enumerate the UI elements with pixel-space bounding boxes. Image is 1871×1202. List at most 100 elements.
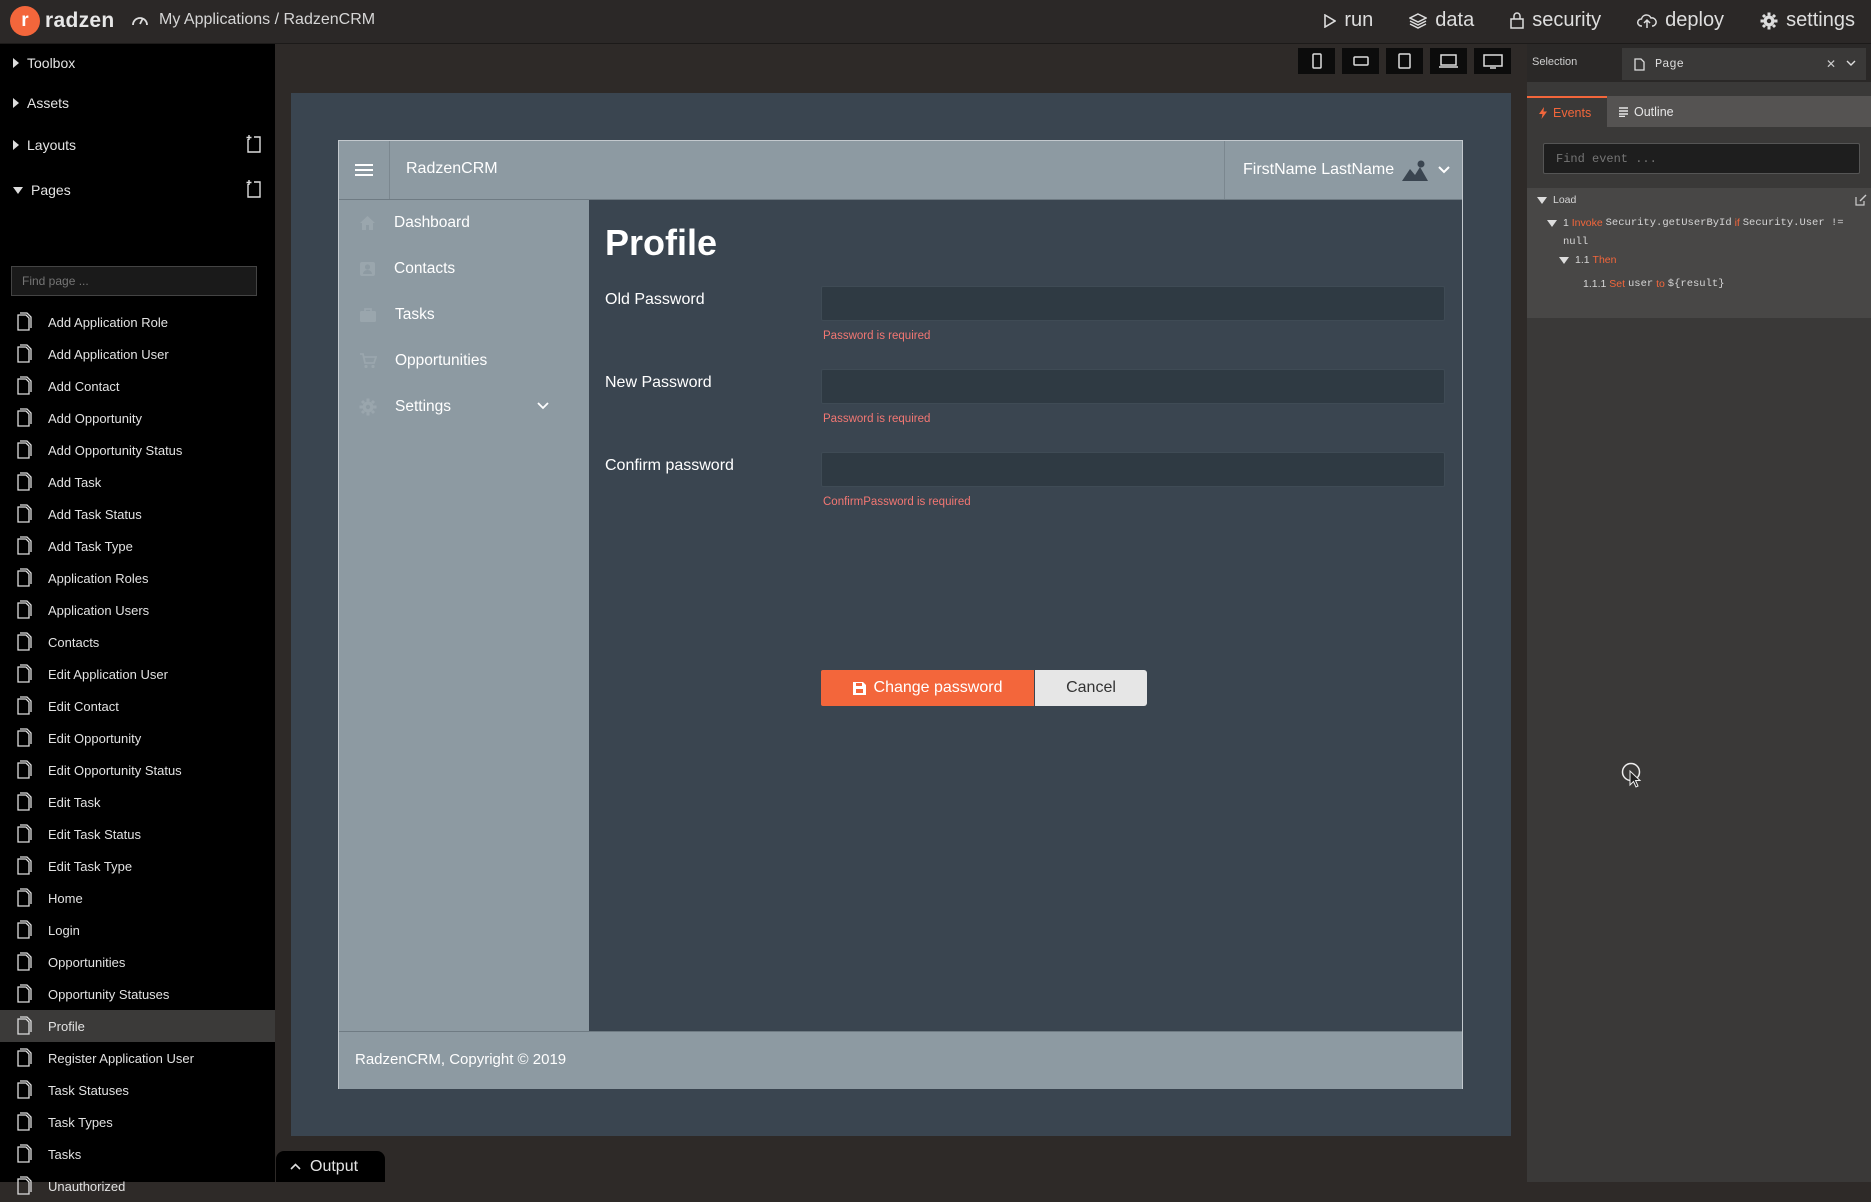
data-button[interactable]: data (1409, 9, 1474, 32)
page-list-item-label: Contacts (48, 634, 100, 650)
page-list-item[interactable]: Add Application User (0, 338, 275, 370)
page-list-item[interactable]: Edit Task Status (0, 818, 275, 850)
page-list-item-label: Add Application User (48, 346, 169, 362)
page-list-item-label: Tasks (48, 1146, 82, 1162)
page-list-item[interactable]: Add Opportunity Status (0, 434, 275, 466)
run-button[interactable]: run (1324, 9, 1373, 32)
radzen-logo[interactable]: r radzen (10, 5, 115, 37)
layouts-section-header[interactable]: Layouts (0, 126, 275, 164)
page-list-item[interactable]: Opportunity Statuses (0, 978, 275, 1010)
page-list-item[interactable]: Application Roles (0, 562, 275, 594)
page-list-item[interactable]: Edit Opportunity Status (0, 754, 275, 786)
tab-events[interactable]: Events (1527, 96, 1607, 127)
tablet-portrait-button[interactable] (1386, 48, 1423, 74)
deploy-button[interactable]: deploy (1637, 9, 1724, 32)
phone-landscape-icon (1352, 56, 1369, 66)
page-document-icon (0, 696, 48, 716)
page-list-item[interactable]: Edit Application User (0, 658, 275, 690)
page-document-icon (0, 408, 48, 428)
save-disk-icon (852, 681, 874, 695)
page-list-item[interactable]: Edit Opportunity (0, 722, 275, 754)
page-list-item[interactable]: Login (0, 914, 275, 946)
nav-item-settings[interactable]: Settings (339, 384, 589, 430)
page-list-item[interactable]: Edit Contact (0, 690, 275, 722)
tablet-portrait-icon (1398, 53, 1411, 69)
collapse-arrow-icon (13, 186, 23, 194)
page-list-item[interactable]: Home (0, 882, 275, 914)
output-panel-toggle[interactable]: Output (276, 1151, 385, 1182)
page-list-item[interactable]: Edit Task Type (0, 850, 275, 882)
page-list-item[interactable]: Unauthorized (0, 1170, 275, 1202)
collapse-arrow-icon (1547, 219, 1557, 227)
nav-item-opportunities[interactable]: Opportunities (339, 338, 589, 384)
action-invoke[interactable]: 1 Invoke Security.getUserById if Securit… (1547, 217, 1844, 229)
page-list-item[interactable]: Add Task Type (0, 530, 275, 562)
page-list-item[interactable]: Profile (0, 1010, 275, 1042)
page-list-item[interactable]: Application Users (0, 594, 275, 626)
page-list-item-label: Add Application Role (48, 314, 168, 330)
profile-menu[interactable]: FirstName LastName (1224, 141, 1462, 199)
page-list-item[interactable]: Add Opportunity (0, 402, 275, 434)
edit-event-icon[interactable] (1855, 194, 1867, 206)
page-document-icon (0, 856, 48, 876)
page-list-item[interactable]: Tasks (0, 1138, 275, 1170)
old-password-error: Password is required (823, 330, 931, 342)
sidebar-toggle-button[interactable] (339, 141, 390, 199)
toolbox-section-header[interactable]: Toolbox (0, 44, 275, 82)
avatar-image-icon (1402, 159, 1429, 181)
page-list-item[interactable]: Add Task Status (0, 498, 275, 530)
lock-icon (1510, 12, 1532, 29)
page-list-item[interactable]: Task Statuses (0, 1074, 275, 1106)
find-event-input[interactable] (1543, 143, 1860, 174)
cancel-button[interactable]: Cancel (1035, 670, 1147, 706)
change-password-button[interactable]: Change password (821, 670, 1034, 706)
nav-item-contacts[interactable]: Contacts (339, 246, 589, 292)
chevron-down-icon[interactable] (1846, 60, 1856, 66)
app-footer: RadzenCRM, Copyright © 2019 (339, 1031, 1462, 1089)
page-list-item[interactable]: Add Task (0, 466, 275, 498)
nav-item-tasks[interactable]: Tasks (339, 292, 589, 338)
page-list-item[interactable]: Contacts (0, 626, 275, 658)
selection-value: Page (1655, 57, 1684, 71)
pages-section-header[interactable]: Pages (0, 171, 275, 209)
mouse-cursor-icon (1621, 762, 1643, 788)
page-document-icon (0, 728, 48, 748)
confirm-password-field[interactable] (821, 452, 1445, 487)
assets-section-header[interactable]: Assets (0, 84, 275, 122)
layers-icon (1409, 12, 1435, 29)
page-list-item-label: Edit Task (48, 794, 101, 810)
add-page-icon[interactable] (245, 179, 263, 199)
page-document-icon (0, 440, 48, 460)
laptop-button[interactable] (1430, 48, 1467, 74)
chevron-up-icon (276, 1163, 310, 1170)
tab-outline[interactable]: Outline (1607, 96, 1871, 127)
clear-selection-icon[interactable]: ✕ (1826, 57, 1836, 71)
selection-dropdown[interactable]: Page ✕ (1622, 48, 1866, 80)
action-set[interactable]: 1.1.1 Set user to ${result} (1583, 278, 1725, 290)
phone-portrait-button[interactable] (1298, 48, 1335, 74)
old-password-field[interactable] (821, 286, 1445, 321)
cancel-label: Cancel (1066, 679, 1116, 696)
page-list-item[interactable]: Register Application User (0, 1042, 275, 1074)
page-list-item[interactable]: Edit Task (0, 786, 275, 818)
add-layout-icon[interactable] (245, 134, 263, 154)
settings-button[interactable]: settings (1760, 9, 1855, 32)
new-password-field[interactable] (821, 369, 1445, 404)
nav-item-dashboard[interactable]: Dashboard (339, 200, 589, 246)
page-list-item[interactable]: Opportunities (0, 946, 275, 978)
desktop-button[interactable] (1474, 48, 1511, 74)
page-list-item[interactable]: Add Application Role (0, 306, 275, 338)
chevron-down-icon (1438, 166, 1450, 174)
security-button[interactable]: security (1510, 9, 1601, 32)
page-list-item[interactable]: Task Types (0, 1106, 275, 1138)
find-page-input[interactable] (11, 266, 257, 296)
page-list-item-label: Task Statuses (48, 1082, 129, 1098)
breadcrumb[interactable]: My Applications / RadzenCRM (131, 11, 375, 29)
page-list-item[interactable]: Add Contact (0, 370, 275, 402)
event-load[interactable]: Load (1537, 194, 1576, 206)
app-header[interactable]: RadzenCRM FirstName LastName (339, 141, 1462, 200)
phone-landscape-button[interactable] (1342, 48, 1379, 74)
play-icon (1324, 13, 1344, 28)
action-then[interactable]: 1.1 Then (1559, 254, 1616, 266)
page-document-icon (0, 952, 48, 972)
